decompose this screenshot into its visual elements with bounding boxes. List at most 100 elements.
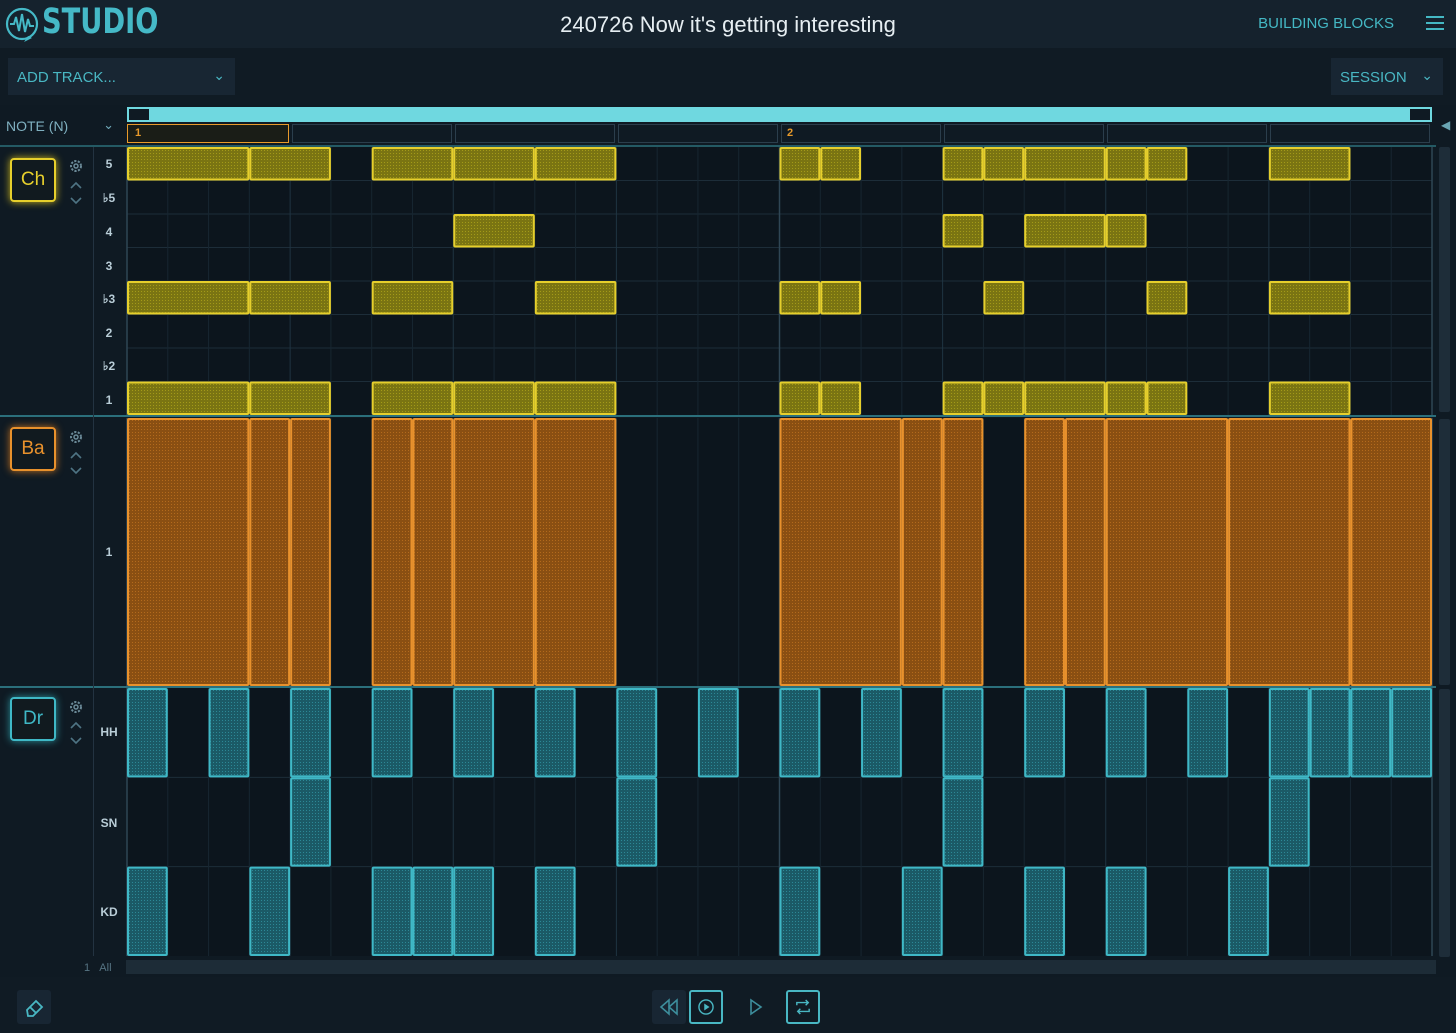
horizontal-scrollbar[interactable] [126,960,1436,974]
drum-hit [779,688,821,778]
row-label: ♭2 [102,359,116,373]
bass-note [1064,418,1106,686]
reorder-arrows-icon[interactable] [69,720,83,746]
chord-note [1024,214,1106,248]
chord-note [942,214,984,248]
chord-note [371,147,454,181]
transport-bar [0,977,1456,1033]
chord-note [371,281,454,315]
bass-note [290,418,331,686]
chord-note [820,381,862,415]
row-label: ♭5 [102,191,116,205]
chord-note [534,147,617,181]
drum-hit [616,688,658,778]
chord-note [1105,214,1147,248]
track-badge-drums[interactable]: Dr [10,697,56,741]
drum-hit [697,688,739,778]
row-label: 4 [105,225,113,239]
chord-note [820,281,862,315]
gear-icon[interactable] [68,158,84,174]
row-label: 5 [105,157,113,171]
drum-hit [1105,688,1147,778]
drum-hit [1350,688,1392,778]
drum-hit [371,688,413,778]
gear-icon[interactable] [68,699,84,715]
drum-hit [249,866,291,957]
rewind-icon[interactable] [652,990,686,1024]
row-label: SN [100,816,118,830]
chord-note [1105,381,1147,415]
drum-hit [1268,688,1310,778]
drum-hit [901,866,943,957]
chord-note [942,147,984,181]
play-from-icon[interactable] [689,990,723,1024]
bass-note [1105,418,1229,686]
reorder-arrows-icon[interactable] [69,450,83,476]
row-label: ♭3 [102,292,116,306]
chord-note [453,214,535,248]
drum-hit [1268,777,1310,867]
bass-note [1228,418,1351,686]
chord-note [127,147,250,181]
footer-count: 1 All [84,962,112,974]
drum-hit [1024,688,1065,778]
chord-note [534,381,617,415]
eraser-icon[interactable] [17,990,51,1024]
chord-note [942,381,984,415]
chord-note [983,281,1025,315]
chord-note [779,147,821,181]
chord-note [453,147,535,181]
bass-note [901,418,943,686]
drum-hit [616,777,658,867]
chord-note [1268,281,1351,315]
chord-note [779,381,821,415]
vertical-scrollbar[interactable] [1437,147,1451,957]
drum-hit [1187,688,1229,778]
drum-hit [453,688,495,778]
play-icon[interactable] [738,990,772,1024]
bass-note [779,418,902,686]
row-label: 2 [105,326,113,340]
chord-note [1024,381,1106,415]
bass-note [127,418,250,686]
row-label: HH [100,725,118,739]
drum-hit [534,866,576,957]
reorder-arrows-icon[interactable] [69,180,83,206]
chord-note [249,281,331,315]
chord-note [1105,147,1147,181]
row-label: KD [100,905,118,919]
chord-note [1268,381,1351,415]
drum-hit [453,866,495,957]
track-badge-chords[interactable]: Ch [10,158,56,202]
chord-note [1268,147,1351,181]
chord-note [249,381,331,415]
bass-note [249,418,291,686]
drum-hit [861,688,902,778]
note-grid[interactable] [0,0,1456,1033]
bass-note [412,418,454,686]
chord-note [983,381,1025,415]
drum-hit [1024,866,1065,957]
chord-note [1146,147,1188,181]
drum-hit [942,777,984,867]
drum-hit [290,688,331,778]
drum-hit [208,688,250,778]
drum-hit [371,866,413,957]
chord-note [453,381,535,415]
drum-hit [412,866,454,957]
chord-note [779,281,821,315]
chord-note [371,381,454,415]
track-badge-bass[interactable]: Ba [10,427,56,471]
drum-hit [779,866,821,957]
gear-icon[interactable] [68,429,84,445]
drum-hit [127,866,168,957]
loop-icon[interactable] [786,990,820,1024]
chord-note [1146,281,1188,315]
drum-hit [942,688,984,778]
bass-note [1024,418,1065,686]
drum-hit [1309,688,1351,778]
row-label: 3 [105,259,113,273]
chord-note [1024,147,1106,181]
chord-note [983,147,1025,181]
row-label: 1 [105,545,113,559]
